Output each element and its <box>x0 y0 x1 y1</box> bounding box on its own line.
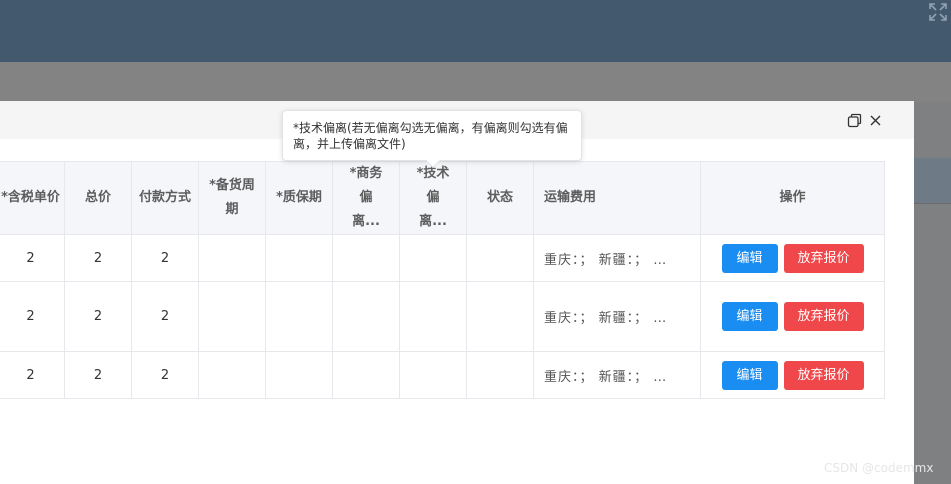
warranty-cell <box>265 234 333 282</box>
app-header <box>0 0 951 62</box>
edit-button[interactable]: 编辑 <box>721 360 778 390</box>
total-price-cell: 2 <box>64 234 132 282</box>
tech-deviation-cell <box>399 351 467 399</box>
freight-cell: 重庆：； 新疆：； … <box>533 234 701 282</box>
table-row: 2 2 2 重庆：； 新疆：； … 编辑 放弃报价 <box>0 234 885 282</box>
tooltip-text: *技术偏离(若无偏离勾选无偏离，有偏离则勾选有偏离，并上传偏离文件) <box>293 121 568 151</box>
maximize-icon[interactable] <box>847 113 862 128</box>
table-row: 2 2 2 重庆：； 新疆：； … 编辑 放弃报价 <box>0 351 885 399</box>
freight-text: 重庆：； 新疆：； … <box>544 369 668 385</box>
tech-deviation-cell <box>399 281 467 352</box>
quote-table: *含税单价 总价 付款方式 *备货周期 *质保期 *商务偏离... *技术偏离.… <box>0 161 885 399</box>
status-cell <box>466 281 534 352</box>
abandon-quote-button[interactable]: 放弃报价 <box>783 302 864 331</box>
business-deviation-cell <box>332 281 400 352</box>
status-cell <box>466 351 534 399</box>
background-strip <box>914 102 951 484</box>
payment-cell: 2 <box>131 234 199 282</box>
column-header: *商务偏离... <box>332 161 400 235</box>
warranty-cell <box>265 351 333 399</box>
close-icon[interactable] <box>868 113 883 128</box>
actions-cell: 编辑 放弃报价 <box>700 234 885 282</box>
unit-price-cell: 2 <box>0 281 65 352</box>
column-header: 运输费用 <box>533 161 701 235</box>
column-header: 状态 <box>466 161 534 235</box>
column-header: *含税单价 <box>0 161 65 235</box>
freight-text: 重庆：； 新疆：； … <box>544 252 668 268</box>
total-price-cell: 2 <box>64 351 132 399</box>
column-header: 操作 <box>700 161 885 235</box>
unit-price-cell: 2 <box>0 351 65 399</box>
watermark: CSDN @codemmx <box>824 461 934 475</box>
app-subbar <box>0 62 951 102</box>
total-price-cell: 2 <box>64 281 132 352</box>
table-header-row: *含税单价 总价 付款方式 *备货周期 *质保期 *商务偏离... *技术偏离.… <box>0 161 885 235</box>
business-deviation-cell <box>332 234 400 282</box>
freight-cell: 重庆：； 新疆：； … <box>533 351 701 399</box>
business-deviation-cell <box>332 351 400 399</box>
fullscreen-icon[interactable] <box>929 3 947 21</box>
warranty-cell <box>265 281 333 352</box>
status-cell <box>466 234 534 282</box>
column-header: 付款方式 <box>131 161 199 235</box>
stock-period-cell <box>198 281 266 352</box>
column-header: *技术偏离... <box>399 161 467 235</box>
actions-cell: 编辑 放弃报价 <box>700 351 885 399</box>
actions-cell: 编辑 放弃报价 <box>700 281 885 352</box>
column-header: 总价 <box>64 161 132 235</box>
tech-deviation-cell <box>399 234 467 282</box>
column-header: *质保期 <box>265 161 333 235</box>
edit-button[interactable]: 编辑 <box>721 302 778 331</box>
edit-button[interactable]: 编辑 <box>721 243 778 273</box>
stock-period-cell <box>198 234 266 282</box>
freight-text: 重庆：； 新疆：； … <box>544 311 668 326</box>
tech-deviation-tooltip: *技术偏离(若无偏离勾选无偏离，有偏离则勾选有偏离，并上传偏离文件) <box>282 110 582 169</box>
table-row: 2 2 2 重庆：； 新疆：； … 编辑 放弃报价 <box>0 281 885 352</box>
payment-cell: 2 <box>131 281 199 352</box>
column-header: *备货周期 <box>198 161 266 235</box>
abandon-quote-button[interactable]: 放弃报价 <box>783 243 864 273</box>
unit-price-cell: 2 <box>0 234 65 282</box>
freight-cell: 重庆：； 新疆：； … <box>533 281 701 352</box>
stock-period-cell <box>198 351 266 399</box>
payment-cell: 2 <box>131 351 199 399</box>
abandon-quote-button[interactable]: 放弃报价 <box>783 360 864 390</box>
